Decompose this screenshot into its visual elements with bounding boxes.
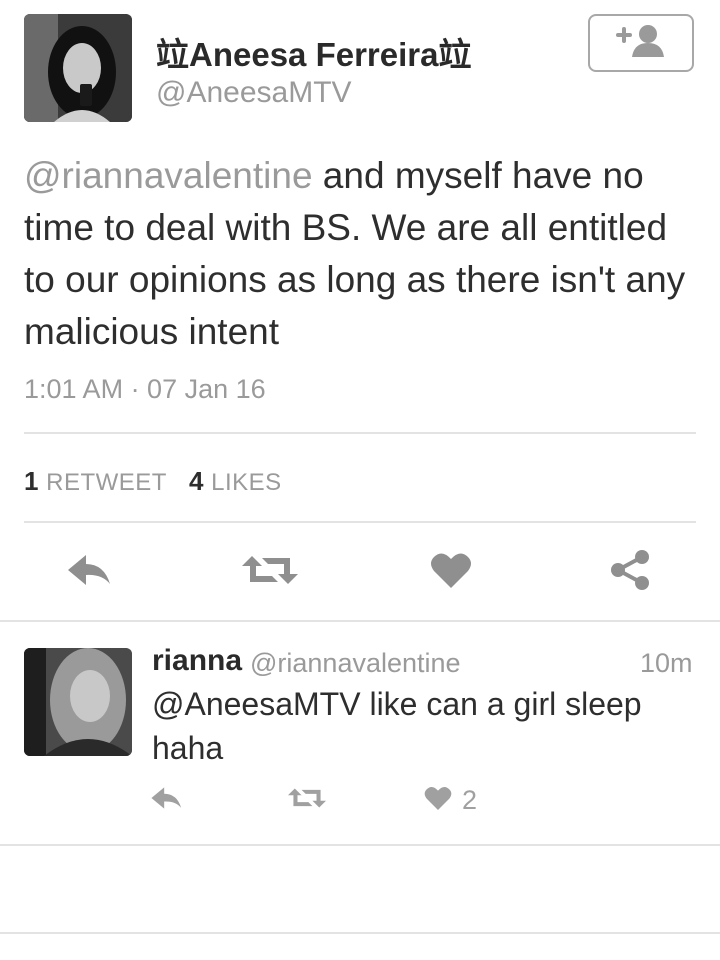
likes-label: LIKES (211, 469, 282, 496)
divider (0, 620, 720, 622)
divider (24, 521, 696, 523)
divider (0, 844, 720, 846)
retweet-count: 1 (24, 466, 39, 496)
reply-author-name[interactable]: rianna (152, 644, 242, 678)
reply-text: @AneesaMTV like can a girl sleep haha (152, 686, 642, 766)
retweet-stat[interactable]: 1 RETWEET (24, 466, 167, 496)
likes-stat[interactable]: 4 LIKES (188, 466, 282, 496)
author-display-name[interactable]: 竝Aneesa Ferreira竝 (156, 28, 471, 76)
reply-icon (66, 552, 114, 593)
reply-like-count: 2 (462, 784, 478, 815)
like-button[interactable] (428, 548, 474, 596)
reply-author-avatar[interactable] (24, 648, 132, 756)
share-icon (609, 549, 651, 596)
tweet-timestamp: 1:01 AM · 07 Jan 16 (24, 374, 266, 404)
divider (0, 932, 720, 934)
divider (24, 432, 696, 434)
tweet-text: @riannavalentine and myself have no time… (24, 150, 699, 358)
reply-like-button[interactable]: 2 (424, 784, 477, 816)
reply-reply-button[interactable] (150, 784, 184, 816)
retweet-label: RETWEET (46, 469, 167, 496)
tweet-mention-link[interactable]: @riannavalentine (24, 155, 313, 196)
author-handle[interactable]: @AneesaMTV (156, 76, 352, 110)
heart-icon (424, 785, 452, 816)
reply-retweet-button[interactable] (288, 784, 326, 816)
likes-count: 4 (188, 466, 204, 496)
reply-timestamp: 10m (640, 648, 693, 678)
add-person-icon (614, 23, 668, 64)
share-button[interactable] (608, 548, 652, 596)
author-avatar[interactable] (24, 14, 132, 122)
reply-author-handle[interactable]: @riannavalentine (250, 648, 461, 679)
tweet-stats: 1 RETWEET 4 LIKES (24, 466, 282, 497)
retweet-icon (288, 785, 326, 816)
retweet-icon (242, 552, 298, 593)
heart-icon (430, 551, 472, 594)
reply-icon (150, 785, 184, 816)
retweet-button[interactable] (242, 548, 298, 596)
follow-button[interactable] (588, 14, 694, 72)
reply-button[interactable] (64, 548, 116, 596)
